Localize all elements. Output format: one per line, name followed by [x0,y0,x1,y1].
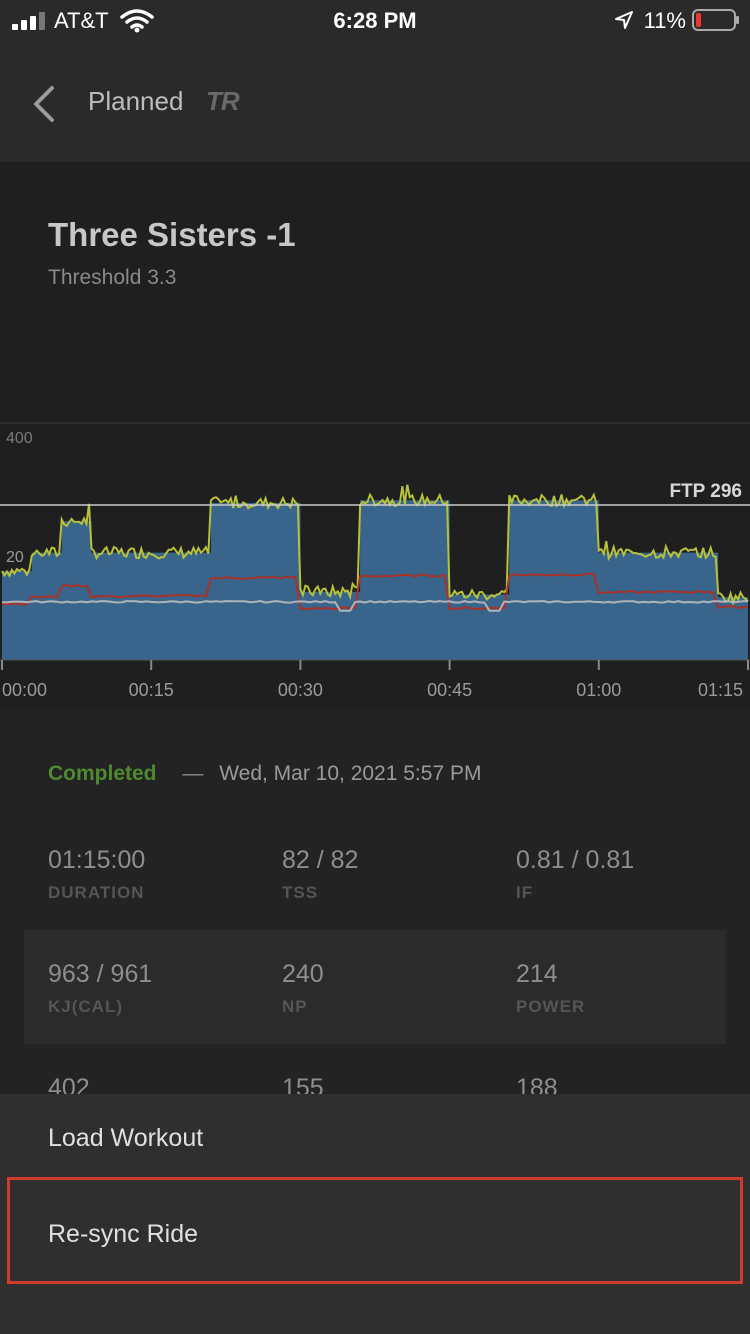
target-power-area [2,500,748,660]
clock: 6:28 PM [333,8,417,33]
y-tick-label: 20 [6,549,24,566]
battery-icon [692,9,739,31]
completed-date: Wed, Mar 10, 2021 5:57 PM [219,762,482,785]
stat-label: KJ(CAL) [48,997,123,1016]
stat-value: 0.81 / 0.81 [516,846,635,874]
load-workout-label: Load Workout [48,1124,204,1152]
stat-value: 963 / 961 [48,960,153,988]
stats-row: 963 / 961 KJ(CAL) 240 NP 214 POWER [24,930,726,1044]
workout-subtitle: Threshold 3.3 [48,266,177,289]
nav-bar: Planned TR [0,40,750,162]
workout-chart-svg: FTP 296 400 20 00:00 00:15 00:30 00:45 01:00 01:… [0,422,750,700]
stat-value: 82 / 82 [282,846,359,874]
completed-row: Completed — Wed, Mar 10, 2021 5:57 PM [48,762,481,786]
stat-value: 01:15:00 [48,846,146,874]
x-tick-label: 00:30 [278,680,323,700]
battery-percent: 11% [643,8,686,33]
stat-label: IF [516,883,534,902]
load-workout-button[interactable]: Load Workout [0,1094,750,1186]
selection-highlight [7,1177,743,1284]
stat-power: 214 POWER [516,960,585,1017]
stat-duration: 01:15:00 DURATION [48,846,145,903]
status-bar: AT&T 6:28 PM 11% [0,0,750,40]
trainerroad-logo: TR [206,86,240,116]
x-tick-label: 01:00 [576,680,621,700]
stat-if: 0.81 / 0.81 IF [516,846,634,903]
nav-title: Planned [88,86,184,116]
x-tick-label: 01:15 [698,680,743,700]
workout-title: Three Sisters -1 [48,216,296,253]
stats-row: 01:15:00 DURATION 82 / 82 TSS 0.81 / 0.8… [24,832,726,946]
x-tick-label: 00:00 [2,680,47,700]
stat-kj: 963 / 961 KJ(CAL) [48,960,152,1017]
stat-value: 214 [516,960,558,988]
stat-tss: 82 / 82 TSS [282,846,358,903]
workout-chart: FTP 296 400 20 00:00 00:15 00:30 00:45 01:00 01:… [0,422,750,708]
y-tick-label: 400 [6,430,33,447]
stat-label: POWER [516,997,586,1016]
ftp-label: FTP 296 [669,481,742,502]
chevron-left-icon[interactable] [30,84,60,124]
stat-label: DURATION [48,883,145,902]
stat-label: NP [282,997,308,1016]
completed-dash: — [182,762,204,785]
workout-header: Three Sisters -1 Threshold 3.3 [0,162,750,422]
stat-value: 240 [282,960,324,988]
stat-np: 240 NP [282,960,324,1017]
completed-label: Completed [48,762,157,785]
x-tick-label: 00:45 [427,680,472,700]
stat-label: TSS [282,883,319,902]
location-arrow-icon [615,11,633,29]
x-tick-label: 00:15 [129,680,174,700]
